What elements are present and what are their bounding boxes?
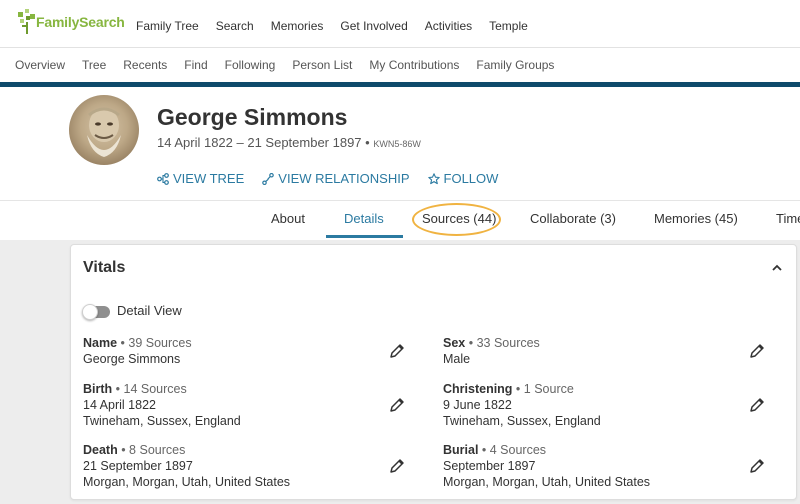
vital-name-value: George Simmons bbox=[83, 352, 181, 366]
vital-death-date: 21 September 1897 bbox=[83, 459, 193, 473]
vital-birth-sources[interactable]: • 14 Sources bbox=[112, 382, 187, 396]
vital-christening: Christening • 1 Source 9 June 1822 Twine… bbox=[443, 381, 601, 429]
vital-birth-label: Birth bbox=[83, 382, 113, 396]
subnav-family-groups[interactable]: Family Groups bbox=[476, 58, 554, 72]
vital-death-place: Morgan, Morgan, Utah, United States bbox=[83, 475, 291, 489]
vital-birth-date: 14 April 1822 bbox=[83, 398, 156, 412]
vital-sex-sources[interactable]: • 33 Sources bbox=[465, 336, 540, 350]
nav-activities[interactable]: Activities bbox=[425, 19, 472, 33]
star-icon bbox=[427, 172, 440, 184]
top-navigation: FamilySearch Family Tree Search Memories… bbox=[0, 0, 800, 48]
subnav-following[interactable]: Following bbox=[225, 58, 276, 72]
vital-christening-sources[interactable]: • 1 Source bbox=[512, 382, 574, 396]
vital-burial-date: September 1897 bbox=[443, 459, 536, 473]
vital-burial-label: Burial bbox=[443, 443, 479, 457]
detail-view-toggle[interactable] bbox=[82, 304, 110, 320]
tab-sources[interactable]: Sources (44) bbox=[422, 211, 496, 226]
nav-family-tree[interactable]: Family Tree bbox=[136, 19, 199, 33]
person-id: KWN5-86W bbox=[373, 139, 421, 149]
view-tree-button[interactable]: VIEW TREE bbox=[157, 171, 244, 186]
view-relationship-button[interactable]: VIEW RELATIONSHIP bbox=[262, 171, 410, 186]
view-relationship-label: VIEW RELATIONSHIP bbox=[278, 171, 410, 186]
edit-christening-pencil-icon[interactable] bbox=[749, 397, 765, 413]
edit-sex-pencil-icon[interactable] bbox=[749, 343, 765, 359]
person-portrait[interactable] bbox=[69, 95, 139, 165]
chevron-up-icon[interactable] bbox=[770, 261, 784, 275]
edit-burial-pencil-icon[interactable] bbox=[749, 458, 765, 474]
subnav-find[interactable]: Find bbox=[184, 58, 207, 72]
vitals-card: Vitals Detail View Name • 39 Sources Geo… bbox=[70, 244, 797, 500]
edit-name-pencil-icon[interactable] bbox=[389, 343, 405, 359]
vital-burial: Burial • 4 Sources September 1897 Morgan… bbox=[443, 442, 650, 490]
portrait-image bbox=[87, 107, 121, 157]
subnav-overview[interactable]: Overview bbox=[15, 58, 65, 72]
person-tabs: About Details Sources (44) Collaborate (… bbox=[0, 200, 800, 240]
tab-details[interactable]: Details bbox=[344, 211, 384, 226]
active-tab-indicator bbox=[326, 235, 403, 238]
vital-name-label: Name bbox=[83, 336, 118, 350]
person-lifespan: 14 April 1822 – 21 September 1897 • KWN5… bbox=[157, 135, 421, 150]
vital-death-label: Death bbox=[83, 443, 118, 457]
nav-get-involved[interactable]: Get Involved bbox=[340, 19, 407, 33]
tree-logo-icon bbox=[18, 9, 35, 34]
edit-death-pencil-icon[interactable] bbox=[389, 458, 405, 474]
familysearch-logo[interactable]: FamilySearch bbox=[16, 8, 125, 36]
vital-death-sources[interactable]: • 8 Sources bbox=[118, 443, 185, 457]
vital-christening-label: Christening bbox=[443, 382, 513, 396]
tab-memories[interactable]: Memories (45) bbox=[654, 211, 738, 226]
brand-name: FamilySearch bbox=[36, 14, 125, 30]
vital-sex: Sex • 33 Sources Male bbox=[443, 335, 540, 367]
vital-christening-place: Twineham, Sussex, England bbox=[443, 414, 601, 428]
subnav-tree[interactable]: Tree bbox=[82, 58, 106, 72]
tab-about[interactable]: About bbox=[271, 211, 305, 226]
vital-burial-place: Morgan, Morgan, Utah, United States bbox=[443, 475, 651, 489]
tab-collaborate[interactable]: Collaborate (3) bbox=[530, 211, 616, 226]
vital-birth-place: Twineham, Sussex, England bbox=[83, 414, 241, 428]
vital-death: Death • 8 Sources 21 September 1897 Morg… bbox=[83, 442, 290, 490]
follow-button[interactable]: FOLLOW bbox=[427, 171, 499, 186]
nav-temple[interactable]: Temple bbox=[489, 19, 528, 33]
person-name: George Simmons bbox=[157, 104, 348, 130]
vital-sex-label: Sex bbox=[443, 336, 466, 350]
vitals-title: Vitals bbox=[83, 259, 126, 276]
nav-search[interactable]: Search bbox=[216, 19, 254, 33]
subnav-my-contributions[interactable]: My Contributions bbox=[369, 58, 459, 72]
toggle-knob bbox=[82, 304, 98, 320]
vital-sex-value: Male bbox=[443, 352, 471, 366]
vital-christening-date: 9 June 1822 bbox=[443, 398, 512, 412]
lifespan-text: 14 April 1822 – 21 September 1897 • bbox=[157, 135, 370, 150]
view-tree-label: VIEW TREE bbox=[173, 171, 245, 186]
vital-name-sources[interactable]: • 39 Sources bbox=[117, 336, 192, 350]
tree-view-icon bbox=[157, 172, 169, 185]
person-actions: VIEW TREE VIEW RELATIONSHIP FOLLOW bbox=[157, 171, 516, 186]
nav-memories[interactable]: Memories bbox=[271, 19, 324, 33]
relationship-icon bbox=[262, 172, 275, 185]
tab-time[interactable]: Time bbox=[776, 211, 800, 226]
follow-label: FOLLOW bbox=[443, 171, 499, 186]
subnav-recents[interactable]: Recents bbox=[123, 58, 167, 72]
vital-birth: Birth • 14 Sources 14 April 1822 Twineha… bbox=[83, 381, 241, 429]
vital-burial-sources[interactable]: • 4 Sources bbox=[478, 443, 546, 457]
subnav-person-list[interactable]: Person List bbox=[292, 58, 352, 72]
family-tree-subnav: Overview Tree Recents Find Following Per… bbox=[0, 48, 800, 82]
edit-birth-pencil-icon[interactable] bbox=[389, 397, 405, 413]
header-band bbox=[0, 82, 800, 87]
detail-view-label: Detail View bbox=[117, 303, 182, 318]
vital-name: Name • 39 Sources George Simmons bbox=[83, 335, 192, 367]
